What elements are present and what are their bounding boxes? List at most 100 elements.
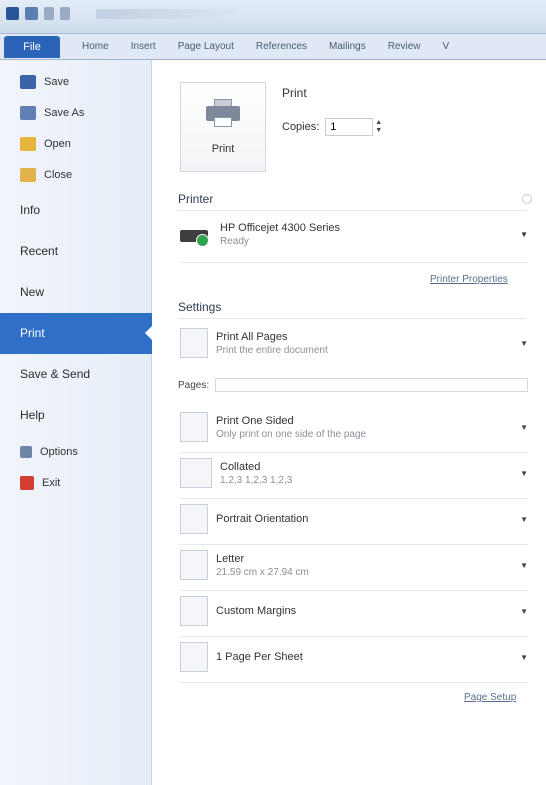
printer-status: Ready: [220, 236, 249, 247]
print-button[interactable]: Print: [180, 82, 266, 172]
nav-help[interactable]: Help: [0, 395, 151, 436]
printer-divider-2: [180, 262, 528, 263]
portrait-icon: [180, 504, 208, 534]
nav-options-label: Options: [40, 445, 78, 458]
printer-name: HP Officejet 4300 Series: [220, 222, 341, 234]
tab-references[interactable]: References: [256, 41, 307, 52]
setting-subtitle: Print the entire document: [216, 344, 328, 356]
row-divider: [180, 498, 528, 499]
setting-subtitle: 1,2,3 1,2,3 1,2,3: [220, 474, 293, 486]
setting-title: Letter: [216, 552, 245, 565]
window-title-blurred: [96, 9, 236, 19]
copies-label: Copies:: [282, 121, 320, 133]
chevron-down-icon: ▼: [520, 468, 528, 478]
copies-input[interactable]: [325, 118, 374, 136]
setting-title: Print One Sided: [216, 414, 294, 427]
row-divider: [180, 636, 528, 637]
nav-save-as-label: Save As: [44, 106, 85, 119]
nav-save-send[interactable]: Save & Send: [0, 354, 151, 395]
nav-save-label: Save: [44, 75, 70, 88]
printer-device-icon: [180, 224, 214, 247]
nav-print[interactable]: Print: [0, 313, 153, 354]
setting-title: Collated: [220, 460, 261, 473]
nav-recent[interactable]: Recent: [0, 231, 151, 272]
setting-pages-per-sheet[interactable]: 1 Page Per Sheet ▼: [180, 642, 528, 672]
nav-close[interactable]: Close: [0, 159, 151, 190]
undo-icon[interactable]: [44, 7, 54, 20]
nav-new[interactable]: New: [0, 272, 151, 313]
setting-title: 1 Page Per Sheet: [216, 651, 303, 663]
redo-icon[interactable]: [60, 7, 70, 20]
collated-icon: [180, 458, 212, 488]
save-icon: [20, 74, 36, 89]
nav-save[interactable]: Save: [0, 66, 151, 97]
save-icon[interactable]: [25, 7, 38, 20]
setting-sides[interactable]: Print One Sided Only print on one side of…: [180, 412, 528, 442]
chevron-down-icon: ▼: [520, 338, 528, 348]
printer-properties-link[interactable]: Printer Properties: [430, 274, 508, 285]
nav-info[interactable]: Info: [0, 190, 151, 231]
setting-paper-size[interactable]: Letter 21.59 cm x 27.94 cm ▼: [180, 550, 528, 580]
pages-label: Pages:: [178, 379, 210, 391]
tab-home[interactable]: Home: [82, 41, 109, 52]
pages-field: Pages:: [178, 378, 528, 392]
chevron-down-icon[interactable]: ▼: [375, 127, 382, 135]
one-sided-icon: [180, 412, 208, 442]
row-divider: [180, 452, 528, 453]
tab-page-layout[interactable]: Page Layout: [178, 41, 234, 52]
chevron-down-icon: ▼: [520, 422, 528, 432]
nav-exit[interactable]: Exit: [0, 467, 151, 498]
setting-collation[interactable]: Collated 1,2,3 1,2,3 1,2,3 ▼: [180, 458, 528, 488]
settings-divider: [178, 318, 526, 319]
chevron-down-icon: ▼: [520, 560, 528, 570]
quick-access-toolbar: [6, 7, 236, 20]
chevron-down-icon: ▼: [520, 652, 528, 662]
printer-divider: [178, 210, 526, 211]
nav-options[interactable]: Options: [0, 436, 151, 467]
open-folder-icon: [20, 136, 36, 151]
copies-spinner[interactable]: ▲ ▼: [375, 119, 382, 135]
row-divider: [180, 682, 528, 683]
nav-save-as[interactable]: Save As: [0, 97, 151, 128]
tab-insert[interactable]: Insert: [131, 41, 156, 52]
nav-open-label: Open: [44, 137, 71, 150]
page-setup-link[interactable]: Page Setup: [464, 692, 516, 703]
nav-open[interactable]: Open: [0, 128, 151, 159]
save-as-icon: [20, 105, 36, 120]
info-icon[interactable]: [522, 194, 532, 204]
setting-title: Custom Margins: [216, 605, 297, 617]
tab-review[interactable]: Review: [388, 41, 421, 52]
setting-title: Portrait Orientation: [216, 513, 309, 525]
copies-control: Copies: ▲ ▼: [282, 118, 382, 136]
pages-icon: [180, 328, 208, 358]
pages-per-sheet-icon: [180, 642, 208, 672]
tab-view[interactable]: V: [443, 41, 450, 52]
word-app-icon: [6, 7, 19, 20]
chevron-down-icon: ▼: [520, 230, 528, 239]
title-bar: [0, 0, 546, 34]
printer-selector[interactable]: HP Officejet 4300 Series Ready ▼: [180, 222, 528, 247]
setting-subtitle: Only print on one side of the page: [216, 428, 367, 440]
nav-close-label: Close: [44, 168, 73, 181]
printer-heading: Printer: [178, 192, 214, 206]
printer-icon: [206, 99, 240, 129]
setting-print-range[interactable]: Print All Pages Print the entire document…: [180, 328, 528, 358]
tab-file[interactable]: File: [4, 35, 60, 58]
print-button-label: Print: [211, 143, 235, 155]
row-divider: [180, 544, 528, 545]
pages-input[interactable]: [215, 378, 528, 392]
setting-subtitle: 21.59 cm x 27.94 cm: [216, 566, 309, 578]
setting-orientation[interactable]: Portrait Orientation ▼: [180, 504, 528, 534]
paper-size-icon: [180, 550, 208, 580]
exit-icon: [20, 475, 34, 490]
chevron-down-icon: ▼: [520, 514, 528, 524]
options-icon: [20, 445, 32, 458]
setting-margins[interactable]: Custom Margins ▼: [180, 596, 528, 626]
chevron-up-icon[interactable]: ▲: [375, 119, 382, 127]
nav-exit-label: Exit: [42, 476, 61, 489]
row-divider: [180, 590, 528, 591]
chevron-down-icon: ▼: [520, 606, 528, 616]
close-folder-icon: [20, 167, 36, 182]
backstage-nav: Save Save As Open Close Info Recent New …: [0, 60, 153, 785]
tab-mailings[interactable]: Mailings: [329, 41, 366, 52]
